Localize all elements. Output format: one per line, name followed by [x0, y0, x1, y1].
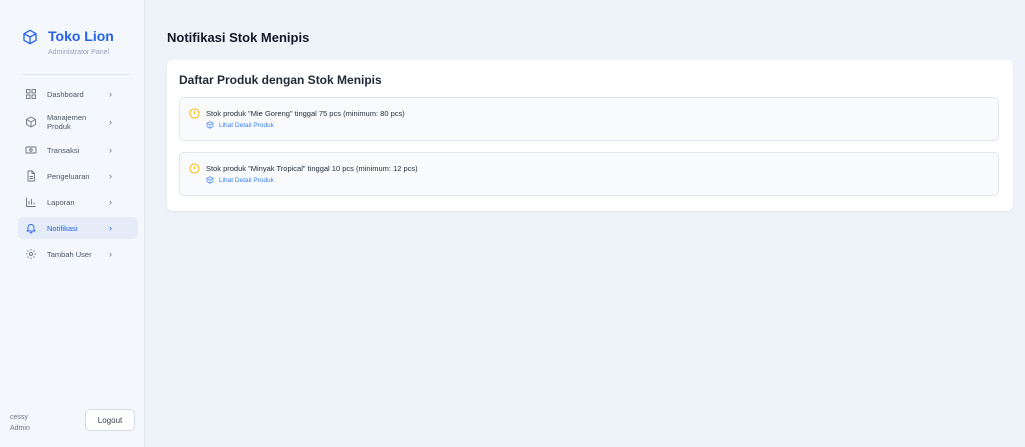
card-title: Daftar Produk dengan Stok Menipis — [179, 73, 382, 87]
warning-icon — [189, 108, 200, 119]
chevron-right-icon: › — [109, 117, 112, 127]
chevron-right-icon: › — [109, 197, 112, 207]
view-product-detail-link[interactable]: Lihat Detail Produk — [206, 176, 274, 184]
page-title: Notifikasi Stok Menipis — [167, 30, 310, 45]
notification-item: Stok produk "Mie Goreng" tinggal 75 pcs … — [179, 97, 999, 141]
sidebar-item-tambah-user[interactable]: Tambah User › — [18, 243, 138, 265]
sidebar-item-notifikasi[interactable]: Notifikasi › — [18, 217, 138, 239]
user-name: cessy — [10, 414, 28, 421]
sidebar-item-manajemen-produk[interactable]: Manajemen Produk › — [18, 109, 138, 135]
box-icon — [26, 116, 36, 128]
bar-chart-icon — [26, 197, 36, 207]
chevron-right-icon: › — [109, 145, 112, 155]
chevron-right-icon: › — [109, 249, 112, 259]
chevron-right-icon: › — [109, 171, 112, 181]
sidebar-item-laporan[interactable]: Laporan › — [18, 191, 138, 213]
gear-icon — [26, 249, 36, 259]
sidebar-item-label: Tambah User — [47, 249, 92, 259]
cash-icon — [25, 146, 37, 154]
notification-message: Stok produk "Minyak Tropical" tinggal 10… — [206, 164, 418, 173]
sidebar-item-label: Laporan — [47, 197, 75, 207]
link-label: Lihat Detail Produk — [219, 121, 274, 129]
brand[interactable]: Toko Lion Administrator Panel — [22, 28, 114, 57]
document-icon — [27, 170, 35, 182]
sidebar-item-label: Pengeluaran — [47, 171, 90, 181]
box-icon — [206, 121, 214, 129]
low-stock-card: Daftar Produk dengan Stok Menipis Stok p… — [167, 60, 1013, 211]
sidebar-item-dashboard[interactable]: Dashboard › — [18, 83, 138, 105]
brand-title: Toko Lion — [48, 28, 114, 44]
chevron-right-icon: › — [109, 223, 112, 233]
notification-item: Stok produk "Minyak Tropical" tinggal 10… — [179, 152, 999, 196]
sidebar-divider — [22, 74, 130, 75]
sidebar-item-label: Notifikasi — [47, 223, 78, 233]
logout-button[interactable]: Logout — [85, 409, 135, 431]
box-icon — [23, 29, 37, 45]
sidebar-item-label: Manajemen Produk — [47, 113, 87, 131]
user-role: Admin — [10, 425, 30, 432]
link-label: Lihat Detail Produk — [219, 176, 274, 184]
bell-icon — [26, 224, 36, 234]
sidebar-item-transaksi[interactable]: Transaksi › — [18, 139, 138, 161]
sidebar-item-pengeluaran[interactable]: Pengeluaran › — [18, 165, 138, 187]
sidebar-item-label: Transaksi — [47, 145, 80, 155]
grid-icon — [26, 89, 36, 99]
warning-icon — [189, 163, 200, 174]
sidebar: Toko Lion Administrator Panel Dashboard … — [0, 0, 145, 447]
box-icon — [206, 176, 214, 184]
sidebar-nav: Dashboard › Manajemen Produk › Transaksi… — [18, 83, 138, 269]
user-info: cessy Admin — [10, 412, 30, 434]
chevron-right-icon: › — [109, 89, 112, 99]
view-product-detail-link[interactable]: Lihat Detail Produk — [206, 121, 274, 129]
brand-subtitle: Administrator Panel — [48, 49, 110, 56]
notification-message: Stok produk "Mie Goreng" tinggal 75 pcs … — [206, 109, 405, 118]
sidebar-item-label: Dashboard — [47, 89, 84, 99]
